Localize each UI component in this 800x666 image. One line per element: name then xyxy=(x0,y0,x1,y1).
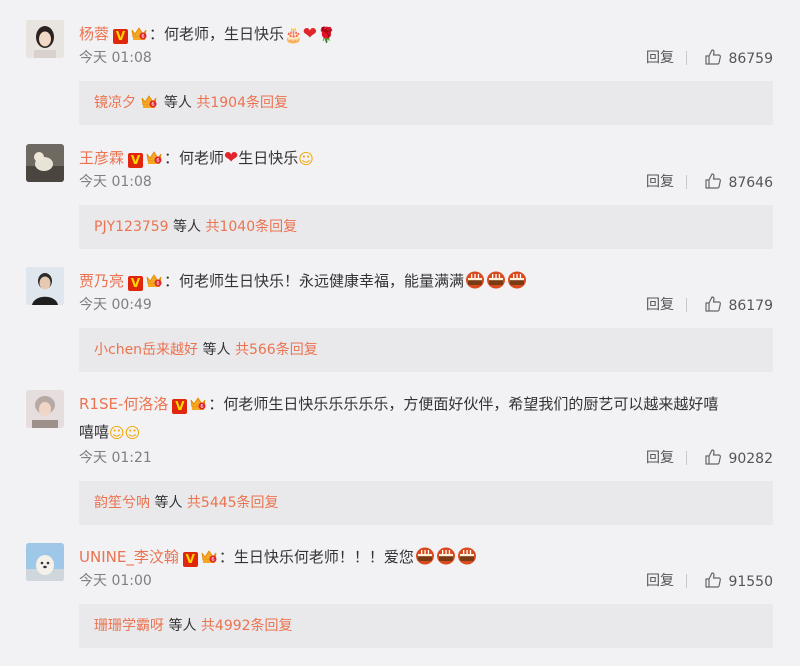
divider xyxy=(686,574,687,588)
cake-emoji xyxy=(465,271,485,289)
comment-line: R1SE-何洛洛 V ：何老师生日快乐乐乐乐乐，方便面好伙伴，希望我们的厨艺可以越来… xyxy=(79,390,778,418)
like-count: 87646 xyxy=(728,175,773,191)
reply-total-link[interactable]: 共566条回复 xyxy=(235,342,318,358)
reply-total-link[interactable]: 共1040条回复 xyxy=(205,219,297,235)
reply-summary[interactable]: PJY123759 等人 共1040条回复 xyxy=(79,205,773,249)
reply-mid: 等人 xyxy=(202,342,231,358)
reply-button[interactable]: 回复 xyxy=(646,48,674,68)
timestamp: 今天 01:08 xyxy=(79,50,152,66)
cake-emoji xyxy=(507,271,527,289)
comment-text: ：生日快乐何老师！！！爱您 xyxy=(218,548,414,566)
like-button[interactable]: 91550 xyxy=(704,571,773,592)
like-thumb-icon xyxy=(704,448,722,466)
reply-mid: 等人 xyxy=(163,95,192,111)
username[interactable]: UNINE_李汶翰 xyxy=(79,548,179,566)
reply-username[interactable]: 珊珊学霸呀 xyxy=(94,618,164,634)
smile-emoji: ☺ xyxy=(298,150,314,168)
comment-text: ：何老师生日快乐！永远健康幸福，能量满满 xyxy=(164,272,465,290)
comment-text: ：何老师，生日快乐 xyxy=(149,25,285,43)
like-button[interactable]: 87646 xyxy=(704,172,773,193)
avatar[interactable] xyxy=(26,144,64,182)
timestamp: 今天 01:08 xyxy=(79,174,152,190)
reply-summary[interactable]: 韵笙兮呐 等人 共5445条回复 xyxy=(79,481,773,525)
timestamp: 今天 00:49 xyxy=(79,297,152,313)
cake-emoji: 🎂 xyxy=(284,26,303,44)
member-crown-icon xyxy=(145,149,163,165)
member-crown-icon xyxy=(140,93,158,109)
reply-total-link[interactable]: 共1904条回复 xyxy=(196,95,288,111)
like-thumb-icon xyxy=(704,571,722,589)
verified-v-icon: V xyxy=(128,276,144,291)
divider xyxy=(686,298,687,312)
comment-line: 嘻嘻☺☺ xyxy=(79,418,778,447)
comment-line: 杨蓉 V ：何老师，生日快乐🎂❤🌹 xyxy=(79,20,778,49)
verified-v-icon: V xyxy=(182,552,198,567)
reply-total-link[interactable]: 共4992条回复 xyxy=(201,618,293,634)
reply-mid: 等人 xyxy=(173,219,202,235)
divider xyxy=(686,451,687,465)
like-thumb-icon xyxy=(704,295,722,313)
username[interactable]: 王彦霖 xyxy=(79,149,124,167)
comment-text: ：何老师 xyxy=(164,149,225,167)
reply-summary[interactable]: 小chen岳来越好 等人 共566条回复 xyxy=(79,328,773,372)
avatar[interactable] xyxy=(26,390,64,428)
like-thumb-icon xyxy=(704,172,722,190)
cake-emoji xyxy=(415,547,435,565)
avatar[interactable] xyxy=(26,543,64,581)
member-crown-icon xyxy=(130,25,148,41)
reply-button[interactable]: 回复 xyxy=(646,295,674,315)
cake-emoji xyxy=(436,547,456,565)
verified-v-icon: V xyxy=(128,153,144,168)
comment-line: 贾乃亮 V ：何老师生日快乐！永远健康幸福，能量满满 xyxy=(79,267,778,295)
comment-line: 王彦霖 V ：何老师❤生日快乐☺ xyxy=(79,144,778,173)
like-button[interactable]: 86759 xyxy=(704,48,773,69)
reply-summary[interactable]: 珊珊学霸呀 等人 共4992条回复 xyxy=(79,604,773,648)
avatar[interactable] xyxy=(26,20,64,58)
timestamp: 今天 01:21 xyxy=(79,450,152,466)
comment-text: 嘻嘻 xyxy=(79,423,110,441)
verified-v-icon: V xyxy=(172,399,188,414)
like-button[interactable]: 90282 xyxy=(704,448,773,469)
grin-emoji: ☺ xyxy=(124,424,141,442)
grin-emoji: ☺ xyxy=(109,424,125,442)
heart-emoji: ❤ xyxy=(302,24,317,44)
like-count: 86759 xyxy=(728,51,773,67)
member-crown-icon xyxy=(145,272,163,288)
reply-username[interactable]: 小chen岳来越好 xyxy=(94,342,198,358)
reply-button[interactable]: 回复 xyxy=(646,448,674,468)
reply-username[interactable]: 韵笙兮呐 xyxy=(94,495,150,511)
verified-v-icon: V xyxy=(113,29,129,44)
rose-emoji: 🌹 xyxy=(316,26,336,44)
reply-mid: 等人 xyxy=(154,495,183,511)
like-count: 86179 xyxy=(728,298,773,314)
reply-total-link[interactable]: 共5445条回复 xyxy=(187,495,279,511)
reply-username[interactable]: 镜凉夕 xyxy=(94,95,136,111)
reply-username[interactable]: PJY123759 xyxy=(94,219,169,235)
divider xyxy=(686,51,687,65)
username[interactable]: R1SE-何洛洛 xyxy=(79,395,168,413)
heart-emoji: ❤ xyxy=(224,148,239,168)
like-button[interactable]: 86179 xyxy=(704,295,773,316)
member-crown-icon xyxy=(189,395,207,411)
timestamp: 今天 01:00 xyxy=(79,573,152,589)
username[interactable]: 贾乃亮 xyxy=(79,272,124,290)
username[interactable]: 杨蓉 xyxy=(79,25,109,43)
reply-summary[interactable]: 镜凉夕 等人 共1904条回复 xyxy=(79,81,773,125)
comment-line: UNINE_李汶翰 V ：生日快乐何老师！！！爱您 xyxy=(79,543,778,571)
comment-text: 生日快乐 xyxy=(238,149,299,167)
reply-button[interactable]: 回复 xyxy=(646,571,674,591)
comment-text: ：何老师生日快乐乐乐乐乐，方便面好伙伴，希望我们的厨艺可以越来越好嘻 xyxy=(208,395,719,413)
avatar[interactable] xyxy=(26,267,64,305)
like-thumb-icon xyxy=(704,48,722,66)
cake-emoji xyxy=(457,547,477,565)
member-crown-icon xyxy=(200,548,218,564)
like-count: 90282 xyxy=(728,451,773,467)
divider xyxy=(686,175,687,189)
reply-mid: 等人 xyxy=(168,618,197,634)
cake-emoji xyxy=(486,271,506,289)
like-count: 91550 xyxy=(728,574,773,590)
reply-button[interactable]: 回复 xyxy=(646,172,674,192)
